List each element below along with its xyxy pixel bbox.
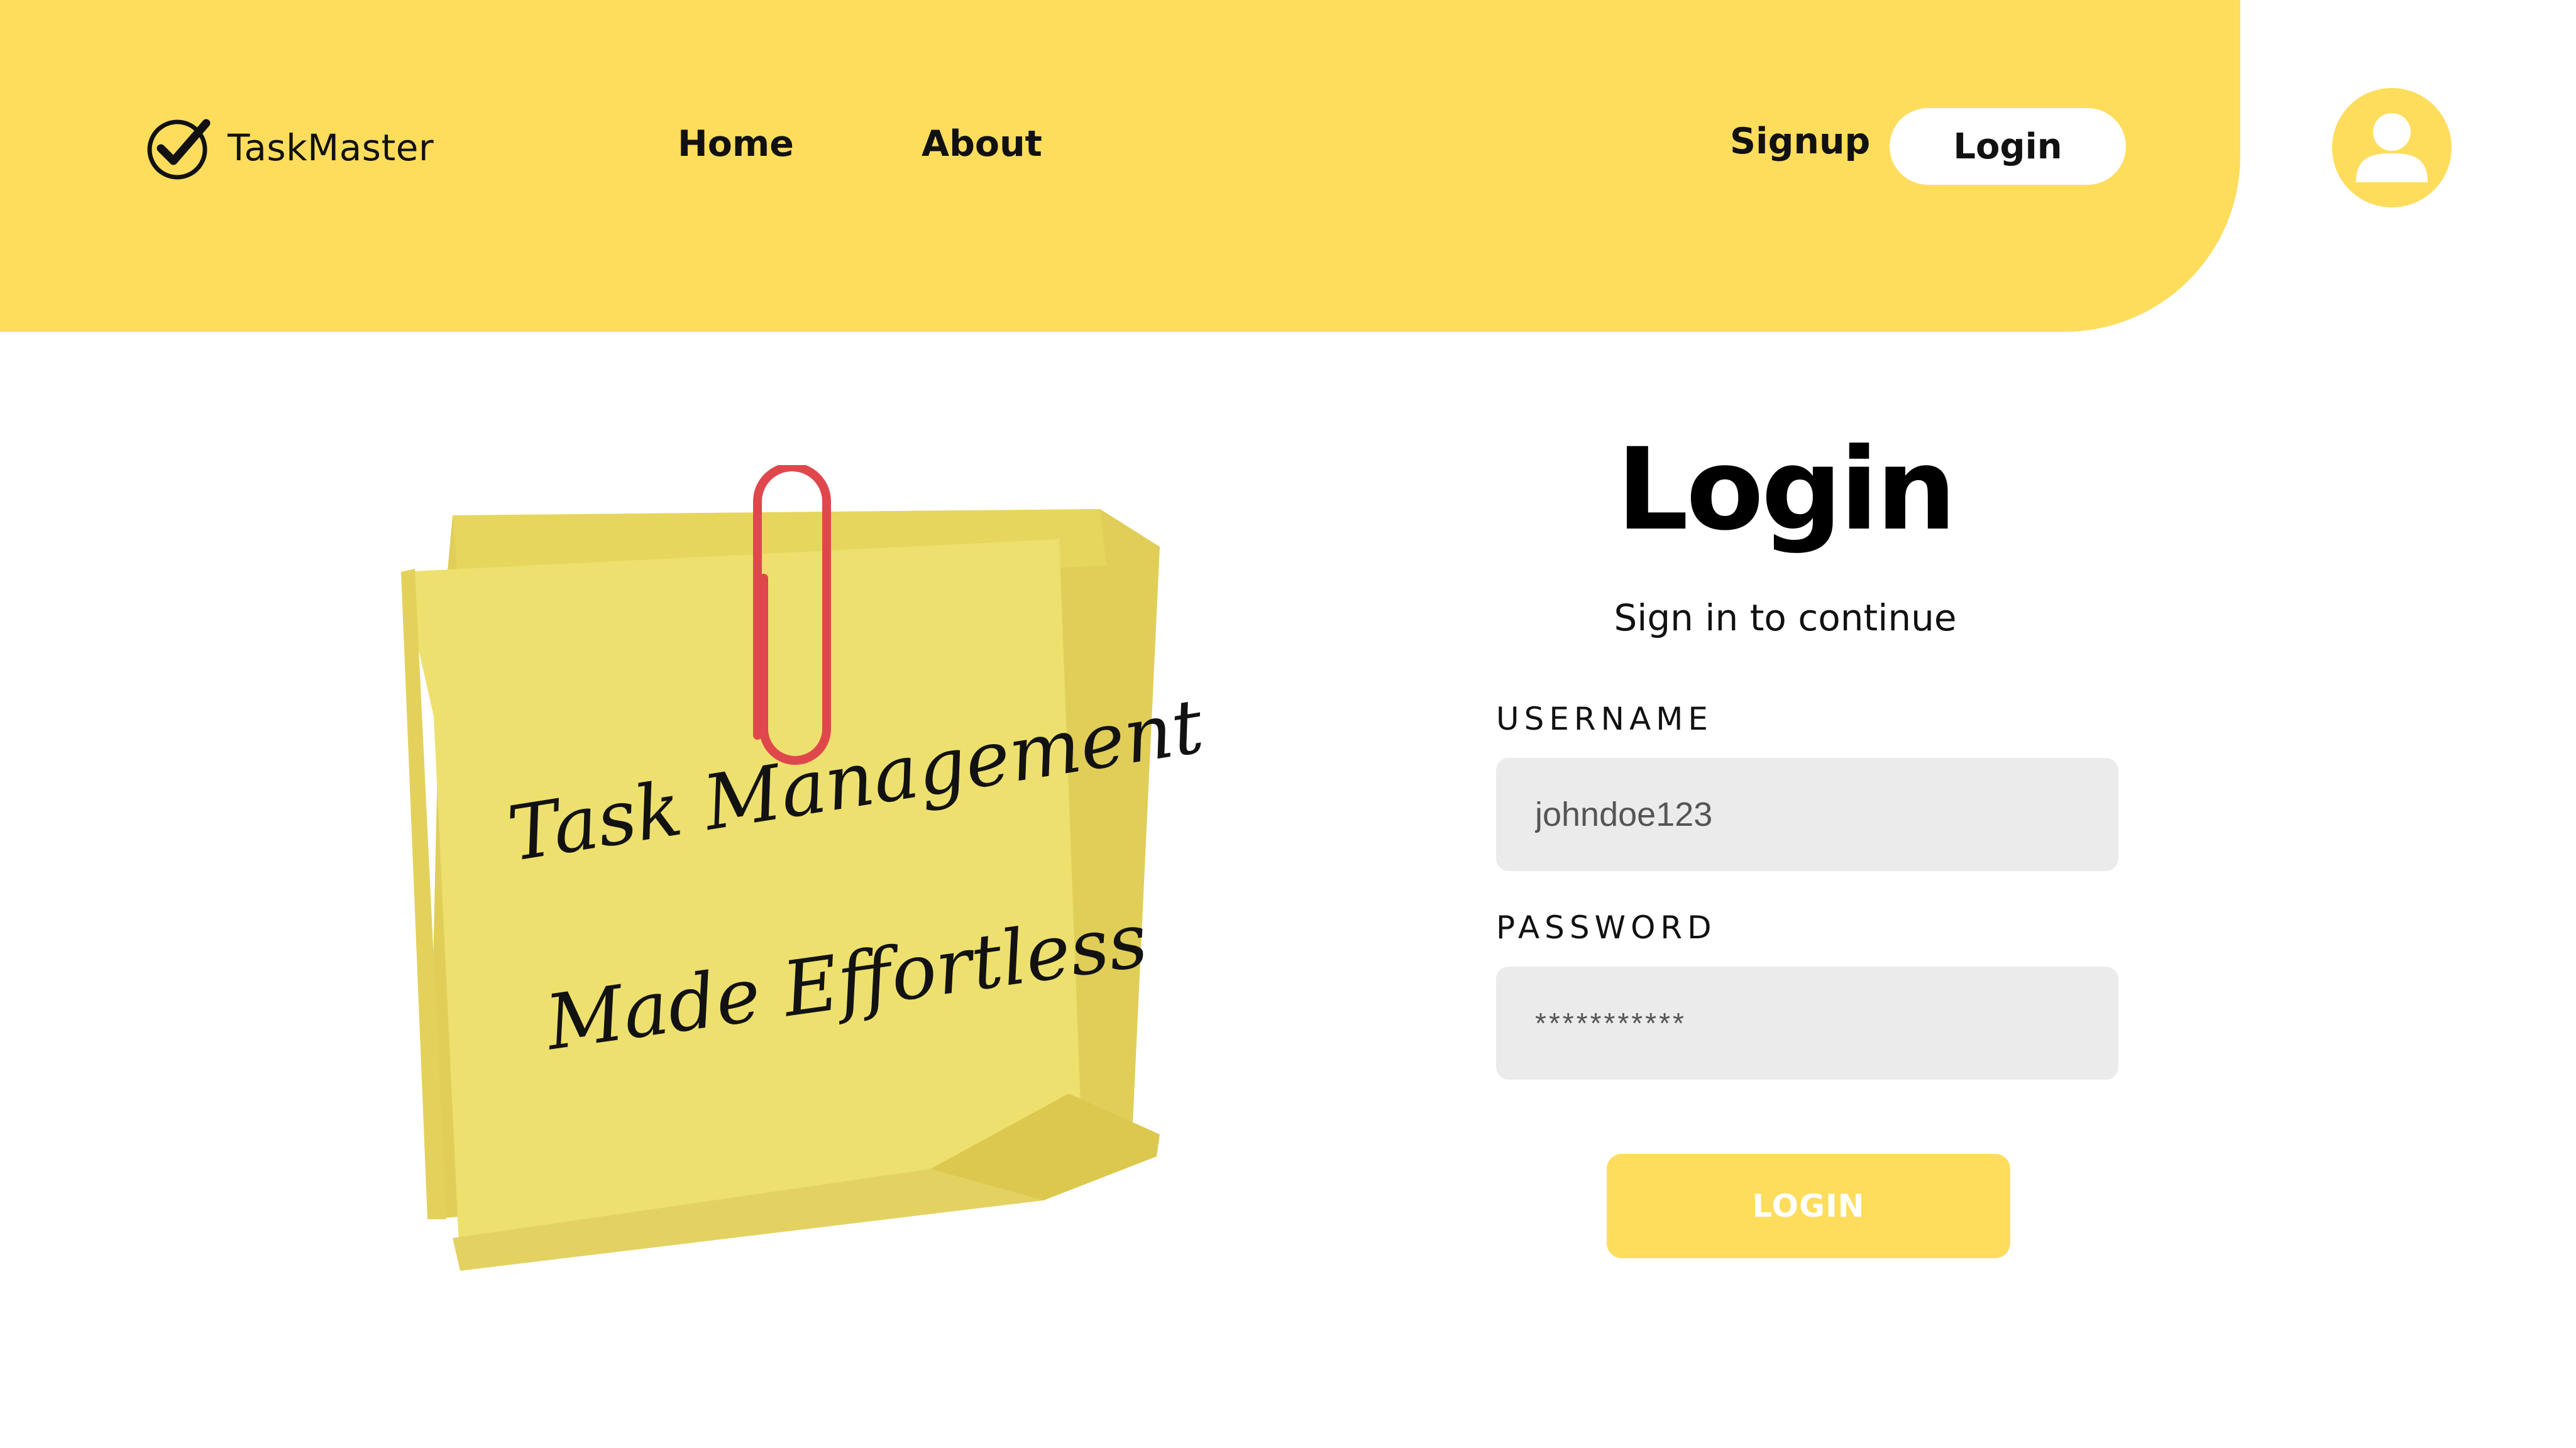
login-submit-button[interactable]: LOGIN: [1607, 1154, 2010, 1258]
username-label: USERNAME: [1496, 701, 1714, 737]
sticky-note-illustration: Task Management Made Effortless: [377, 465, 1209, 1282]
nav-about-link[interactable]: About: [922, 123, 1042, 165]
brand-name: TaskMaster: [228, 126, 434, 169]
top-header: TaskMaster Home About Signup Login: [0, 0, 2240, 332]
login-page: TaskMaster Home About Signup Login Task …: [0, 0, 2576, 1448]
user-icon: [2332, 88, 2452, 207]
sticky-note-icon: [401, 465, 1160, 1271]
login-title: Login: [1616, 424, 1956, 556]
avatar[interactable]: [2332, 88, 2452, 207]
username-input[interactable]: [1496, 758, 2118, 871]
password-input[interactable]: [1496, 967, 2118, 1080]
password-label: PASSWORD: [1496, 909, 1717, 946]
header-login-button[interactable]: Login: [1890, 108, 2126, 185]
brand-logo[interactable]: TaskMaster: [145, 113, 434, 182]
nav-home-link[interactable]: Home: [678, 123, 794, 165]
login-subtitle: Sign in to continue: [1614, 596, 1957, 639]
nav-signup-link[interactable]: Signup: [1730, 121, 1870, 162]
check-circle-icon: [147, 119, 211, 180]
